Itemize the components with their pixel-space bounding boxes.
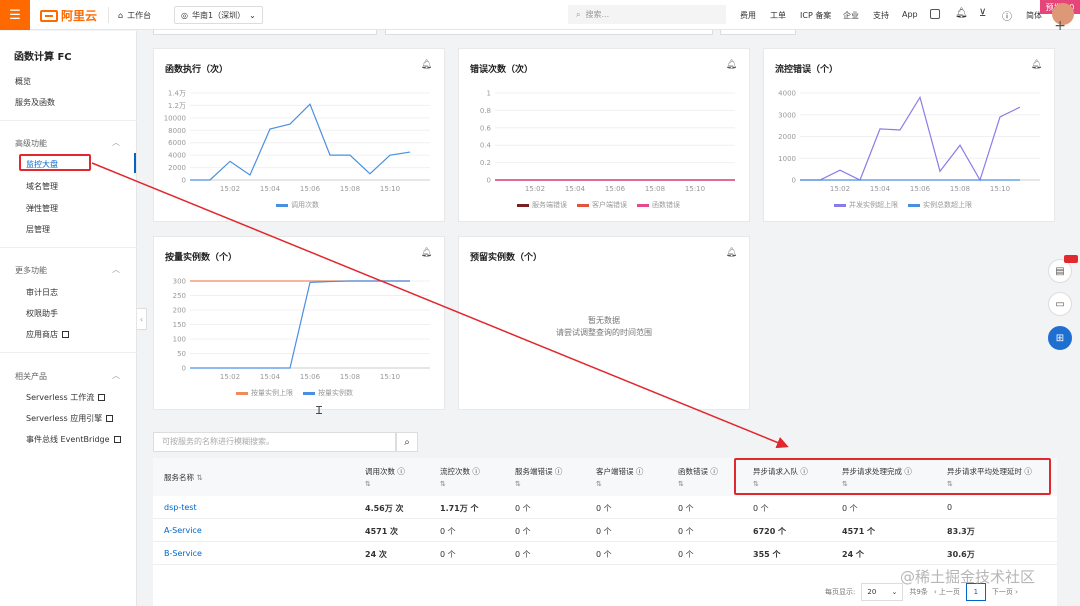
annotation-arrow: [91, 162, 789, 449]
arrow-line: [91, 162, 789, 449]
watermark: @稀土掘金技术社区: [900, 568, 1036, 586]
